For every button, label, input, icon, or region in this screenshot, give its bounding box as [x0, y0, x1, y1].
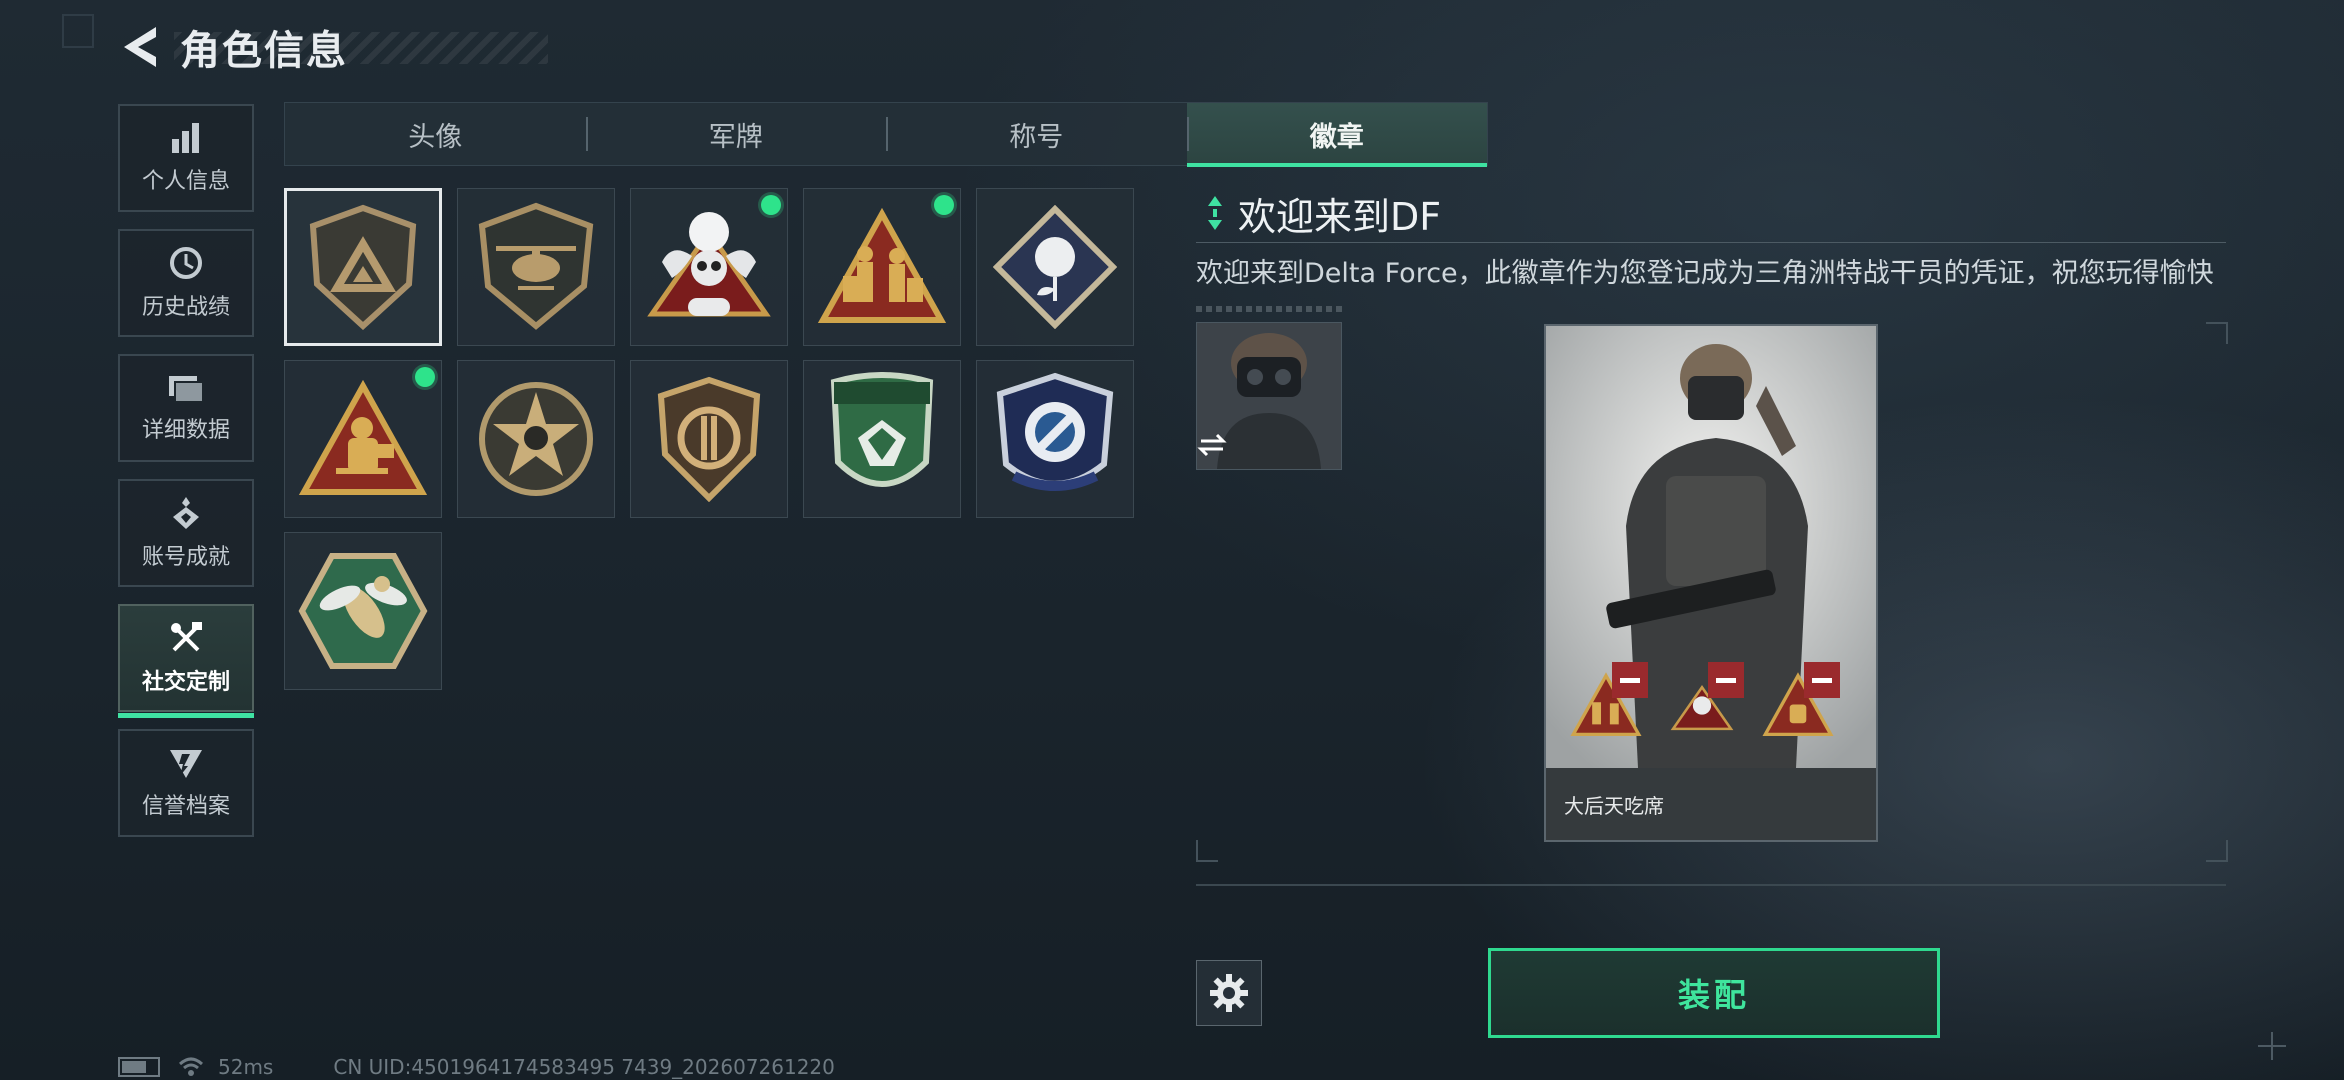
side-item-label: 账号成就 — [141, 545, 230, 570]
tab-title[interactable]: 称号 — [886, 103, 1187, 165]
badge-cell[interactable] — [630, 188, 788, 346]
badge-grid — [284, 188, 1138, 690]
badge-cell[interactable] — [976, 360, 1134, 518]
back-arrow-icon — [124, 27, 156, 67]
minus-icon — [1716, 677, 1736, 683]
equipped-badge-slot — [1570, 662, 1648, 738]
badge-cell[interactable] — [803, 188, 961, 346]
side-item-details[interactable]: 详细数据 — [118, 354, 254, 462]
player-name: 大后天吃席 — [1546, 768, 1876, 840]
gear-icon — [1210, 974, 1248, 1012]
green-gem-badge-icon — [830, 372, 934, 487]
side-item-history[interactable]: 历史战绩 — [118, 229, 254, 337]
helicopter-badge-icon — [478, 202, 594, 330]
bar-chart-icon — [172, 123, 199, 153]
credit-icon — [170, 750, 202, 778]
side-item-social-custom[interactable]: 社交定制 — [118, 604, 254, 718]
character-preview-card: 大后天吃席 — [1544, 324, 1878, 842]
badge-title: 欢迎来到DF — [1238, 194, 1442, 239]
equip-button[interactable]: 装配 — [1488, 948, 1940, 1038]
badge-cell[interactable] — [803, 360, 961, 518]
soldiers-triangle-badge-icon — [817, 208, 947, 323]
badge-cell[interactable] — [976, 188, 1134, 346]
badge-cell[interactable] — [457, 188, 615, 346]
history-icon — [170, 247, 202, 279]
star-skull-badge-icon — [479, 382, 593, 496]
side-item-credit[interactable]: 信誉档案 — [118, 729, 254, 837]
badge-cell[interactable] — [457, 360, 615, 518]
side-item-label: 个人信息 — [141, 169, 230, 194]
badge-description: 欢迎来到Delta Force，此徽章作为您登记成为三角洲特战干员的凭证，祝您玩… — [1196, 258, 2214, 289]
new-indicator — [761, 195, 781, 215]
frame-corner — [2206, 840, 2228, 862]
badge-cell[interactable] — [284, 532, 442, 690]
wifi-icon — [178, 1057, 204, 1076]
badge-cell[interactable] — [284, 360, 442, 518]
settings-button[interactable] — [1196, 960, 1262, 1026]
side-nav: 个人信息 历史战绩 详细数据 账号成就 社交定制 信誉档案 — [118, 104, 254, 854]
minus-icon — [1620, 677, 1640, 683]
page-title: 角色信息 — [180, 28, 348, 74]
equipped-badge-slot — [1762, 662, 1840, 738]
badge-cell[interactable] — [284, 188, 442, 346]
corner-marker — [62, 14, 94, 48]
equipped-badge-slot — [1666, 662, 1744, 738]
badge-cell[interactable] — [630, 360, 788, 518]
frame-corner — [2206, 322, 2228, 344]
new-indicator — [934, 195, 954, 215]
side-item-label: 历史战绩 — [141, 295, 230, 320]
hazmat-triangle-badge-icon — [298, 380, 428, 495]
badge-detail-header: 欢迎来到DF — [1196, 188, 2226, 239]
back-button[interactable] — [116, 22, 164, 72]
side-item-personal-info[interactable]: 个人信息 — [118, 104, 254, 212]
tab-avatar[interactable]: 头像 — [285, 103, 586, 165]
gold-shield-badge-icon — [657, 376, 761, 502]
wasp-hexagon-badge-icon — [298, 553, 428, 669]
tab-badge[interactable]: 徽章 — [1186, 103, 1487, 167]
frame-corner — [1196, 840, 1218, 862]
side-item-achievements[interactable]: 账号成就 — [118, 479, 254, 587]
character-thumbnail[interactable] — [1196, 322, 1342, 470]
page-header: 角色信息 — [116, 22, 348, 74]
skull-wings-badge-icon — [647, 212, 771, 317]
medal-icon — [173, 497, 199, 529]
minus-icon — [1812, 677, 1832, 683]
side-item-label: 详细数据 — [141, 418, 230, 443]
ping-text: 52ms — [218, 1055, 274, 1079]
remove-badge-button[interactable] — [1708, 662, 1744, 698]
divider — [1196, 242, 2226, 243]
description-decoration — [1196, 306, 1346, 312]
side-item-label: 信誉档案 — [141, 794, 230, 819]
badge-detail: 欢迎来到DF 欢迎来到Delta Force，此徽章作为您登记成为三角洲特战干员… — [1196, 188, 2226, 312]
plus-marker-icon — [2258, 1032, 2286, 1060]
status-bar: 52ms CN UID:4501964174583495 7439_202607… — [118, 1054, 835, 1080]
battery-icon — [118, 1057, 160, 1077]
divider — [1196, 884, 2226, 886]
character-portrait-icon — [1197, 323, 1341, 469]
rose-diamond-badge-icon — [993, 205, 1117, 329]
title-marker-icon — [1208, 196, 1222, 230]
remove-badge-button[interactable] — [1804, 662, 1840, 698]
folder-icon — [169, 376, 204, 403]
new-indicator — [415, 367, 435, 387]
uid-text: CN UID:4501964174583495 7439_20260726122… — [333, 1055, 835, 1079]
side-item-label: 社交定制 — [141, 670, 230, 695]
blue-crosshair-badge-icon — [996, 372, 1114, 491]
delta-badge-icon — [309, 204, 417, 330]
tools-icon — [171, 622, 202, 652]
remove-badge-button[interactable] — [1612, 662, 1648, 698]
tab-bar: 头像 军牌 称号 徽章 — [284, 102, 1488, 167]
tab-dog-tag[interactable]: 军牌 — [585, 103, 887, 165]
